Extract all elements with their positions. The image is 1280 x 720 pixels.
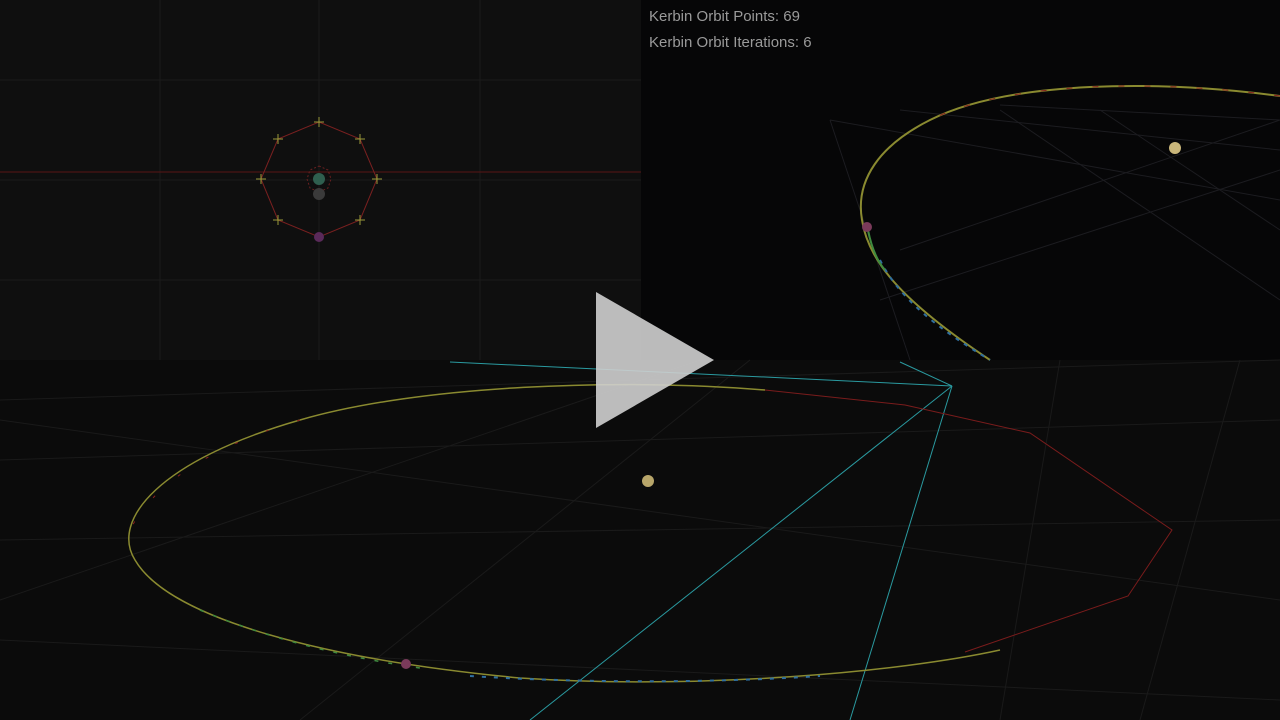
planet-marker [401,659,411,669]
side-perspective-view [641,0,1280,360]
play-button[interactable] [592,290,720,430]
play-icon [596,292,714,428]
orbit-iterations-label: Kerbin Orbit Iterations: 6 [649,34,812,51]
orbit-points-label: Kerbin Orbit Points: 69 [649,8,800,25]
sun-marker [642,475,654,487]
